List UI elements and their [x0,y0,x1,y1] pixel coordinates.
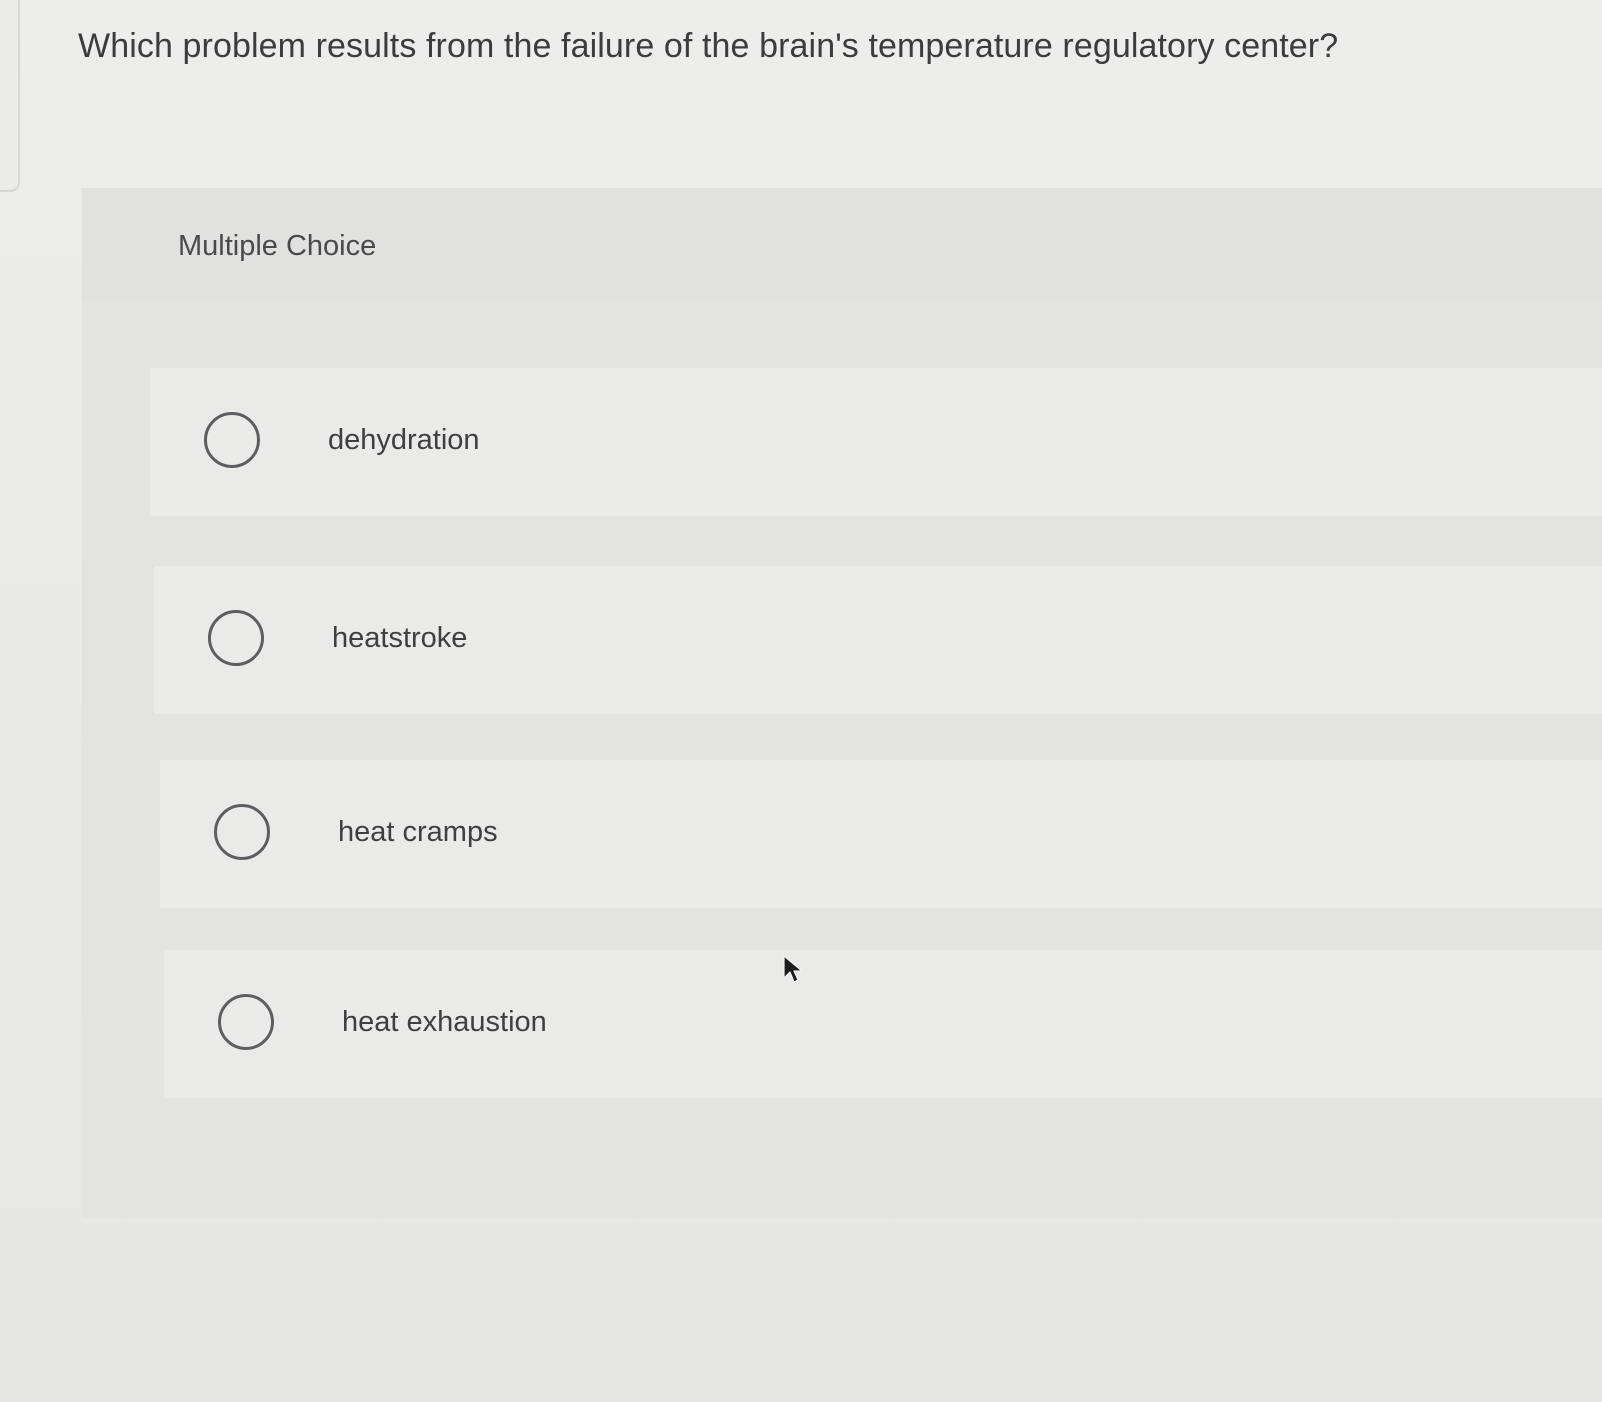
radio-button-icon[interactable] [204,412,260,468]
choice-dehydration[interactable]: dehydration [150,368,1602,516]
radio-button-icon[interactable] [208,610,264,666]
multiple-choice-panel: Multiple Choice dehydration heatstroke h… [82,188,1602,1218]
left-edge-divider [0,0,20,192]
mouse-pointer-icon [783,955,803,983]
radio-button-icon[interactable] [214,804,270,860]
choice-heat-exhaustion[interactable]: heat exhaustion [164,950,1602,1098]
choice-label: heatstroke [332,622,468,654]
choice-label: dehydration [328,424,480,456]
choice-label: heat exhaustion [342,1006,547,1038]
question-text: Which problem results from the failure o… [78,27,1339,65]
choice-list: dehydration heatstroke heat cramps heat … [82,188,1602,1218]
choice-heatstroke[interactable]: heatstroke [154,566,1602,714]
radio-button-icon[interactable] [218,994,274,1050]
choice-label: heat cramps [338,816,498,848]
choice-heat-cramps[interactable]: heat cramps [160,760,1602,908]
